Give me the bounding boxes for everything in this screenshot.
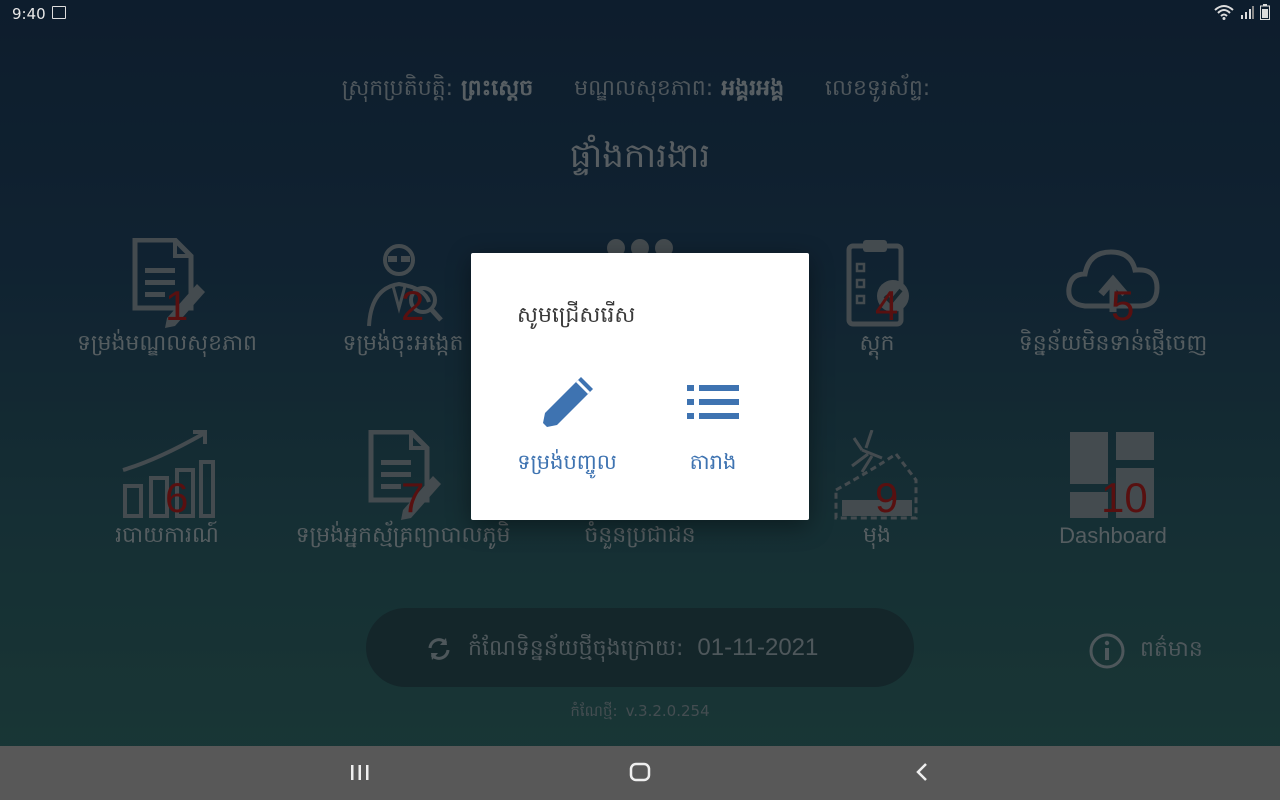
gallery-notification-icon [52,6,66,19]
tile-number: 10 [1101,474,1148,521]
tile-number: 2 [401,282,425,329]
tile-number: 4 [875,282,899,329]
input-form-option[interactable]: ទម្រង់បញ្ចូល [497,373,637,483]
district-value: ព្រះស្ដេច [461,76,534,101]
tile-label: ទម្រង់មណ្ឌលសុខភាព [76,331,258,356]
health-center-label: មណ្ឌលសុខភាព: [574,76,714,101]
version-label: កំណែថ្មី: [570,702,618,720]
dialog-title: សូមជ្រើសរើស [517,303,636,328]
district-label: ស្រុកប្រតិបត្តិ: [341,76,454,101]
battery-icon [1260,4,1270,20]
choose-dialog: សូមជ្រើសរើស ទម្រង់បញ្ចូល តារាង [471,253,809,520]
table-label: តារាង [689,450,737,474]
sync-label: កំណែទិន្នន័យថ្មីចុងក្រោយ: [468,636,684,661]
health-center-value: អង្គរអង្គ [721,76,785,101]
input-form-label: ទម្រង់បញ្ចូល [517,450,617,474]
tile-unsent-data[interactable]: 5 ទិន្នន័យមិនទាន់ផ្ញើចេញ [993,238,1233,388]
wifi-icon [1214,5,1234,20]
tile-number: 6 [165,474,189,521]
tile-label: Dashboard [1059,523,1167,548]
home-icon[interactable] [628,758,654,786]
info-icon [1089,633,1125,669]
phone-label: លេខទូរស័ព្ទ: [825,76,931,101]
sync-icon [428,638,450,660]
tile-reports[interactable]: 6 របាយការណ៍ [47,430,287,580]
app-version: កំណែថ្មី: v.3.2.0.254 [0,702,1280,724]
tile-number: 1 [165,282,189,329]
status-time: 9:40 [12,5,46,23]
tile-number: 5 [1111,282,1135,329]
tile-label: មុង [863,523,891,548]
recent-apps-icon[interactable] [348,758,372,786]
header-info: ស្រុកប្រតិបត្តិ: ព្រះស្ដេច មណ្ឌលសុខភាព: អង… [0,74,1280,106]
back-icon[interactable] [910,758,934,786]
tile-label: របាយការណ៍ [115,523,219,548]
info-button[interactable]: ពត៌មាន [1088,632,1203,670]
table-option[interactable]: តារាង [643,373,783,483]
version-value: v.3.2.0.254 [625,702,710,720]
navigation-bar [0,746,1280,800]
tile-label: ចំនួនប្រជាជន [584,523,696,548]
tile-health-center-form[interactable]: 1 ទម្រង់មណ្ឌលសុខភាព [47,238,287,388]
tile-number: 7 [401,474,425,521]
tile-label: ទម្រង់អ្នកស្ម័គ្រព្យាបាលភូមិ [295,523,511,548]
pencil-icon [543,377,593,427]
sync-date: 01-11-2021 [697,634,819,661]
page-title: ផ្ទាំងការងារ [569,136,711,176]
status-bar: 9:40 [0,0,1280,28]
list-icon [687,385,739,419]
system-icons [1214,4,1270,20]
signal-icon [1241,6,1254,19]
info-label: ពត៌មាន [1140,637,1203,662]
tile-label: ទិន្នន័យមិនទាន់ផ្ញើចេញ [1018,331,1208,356]
sync-button[interactable]: កំណែទិន្នន័យថ្មីចុងក្រោយ: 01-11-2021 [366,608,914,687]
tile-number: 9 [875,474,899,521]
tile-dashboard[interactable]: 10 Dashboard [993,430,1233,580]
